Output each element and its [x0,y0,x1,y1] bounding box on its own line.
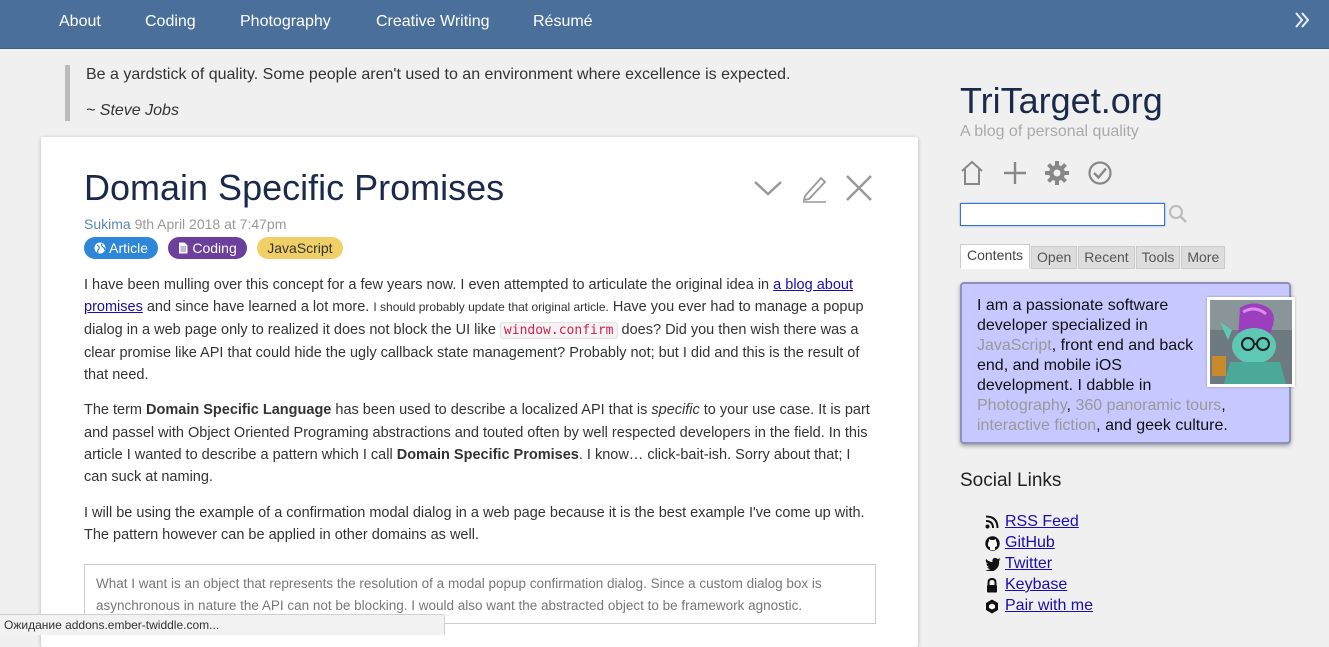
sidebar: TriTarget.org A blog of personal quality… [960,0,1320,634]
quote-block: Be a yardstick of quality. Some people a… [65,65,902,121]
interactive-fiction-link[interactable]: interactive fiction [977,417,1096,434]
lock-icon [985,577,999,598]
panoramic-tours-link[interactable]: 360 panoramic tours [1075,397,1221,414]
browser-status-bar: Ожидание addons.ember-twiddle.com... [0,614,445,635]
article-body: I have been mulling over this concept fo… [84,274,876,559]
inline-code: window.confirm [499,321,618,339]
close-icon[interactable] [844,173,874,208]
check-circle-icon[interactable] [1087,160,1113,191]
home-icon[interactable] [960,160,984,191]
twitter-link[interactable]: Twitter [1005,555,1052,573]
tab-more[interactable]: More [1181,246,1226,269]
tag-article[interactable]: Article [84,237,159,259]
photography-link[interactable]: Photography [977,397,1067,414]
site-title: TriTarget.org [960,80,1163,121]
article-card: Domain Specific Promises Sukima 9th Apri… [41,137,918,647]
twitter-icon [985,557,1001,576]
globe-icon [94,240,106,256]
search-icon[interactable] [1168,204,1188,229]
quote-cite: ~ Steve Jobs [86,102,179,119]
plus-icon[interactable] [1002,160,1028,191]
nav-resume[interactable]: Résumé [533,13,593,31]
article-actions [741,173,874,208]
hexagon-icon [985,599,999,619]
social-links-title: Social Links [960,470,1062,491]
javascript-link[interactable]: JavaScript [977,337,1052,354]
article-author[interactable]: Sukima [84,216,131,232]
nav-creative-writing[interactable]: Creative Writing [376,13,490,31]
article-meta: Sukima 9th April 2018 at 7:47pm [84,216,286,232]
pair-with-me-link[interactable]: Pair with me [1005,597,1093,615]
about-text: I am a passionate software developer spe… [977,297,1228,434]
nav-about[interactable]: About [59,13,101,31]
tab-tools[interactable]: Tools [1135,246,1181,269]
about-box: I am a passionate software developer spe… [960,282,1295,444]
gear-icon[interactable] [1044,160,1070,191]
article-title: Domain Specific Promises [84,167,505,208]
keybase-link[interactable]: Keybase [1005,576,1067,594]
tab-open[interactable]: Open [1031,246,1078,269]
edit-pencil-icon[interactable] [800,173,828,208]
chevron-down-icon[interactable] [753,178,783,203]
rss-icon [985,515,999,534]
tag-coding[interactable]: Coding [168,237,247,259]
sidebar-tabs: Contents Open Recent Tools More [960,244,1226,269]
github-link[interactable]: GitHub [1005,534,1055,552]
rss-feed-link[interactable]: RSS Feed [1005,513,1079,531]
tag-list: Article Coding JavaScript [84,237,349,259]
tab-contents[interactable]: Contents [960,244,1031,269]
site-subtitle: A blog of personal quality [960,123,1139,140]
tab-recent[interactable]: Recent [1078,246,1135,269]
nav-photography[interactable]: Photography [240,13,331,31]
quote-text: Be a yardstick of quality. Some people a… [86,66,791,83]
paragraph-3: I will be using the example of a confirm… [84,504,865,543]
tag-javascript[interactable]: JavaScript [257,237,343,259]
nav-coding[interactable]: Coding [145,13,196,31]
search-input[interactable] [960,203,1165,226]
document-icon [178,240,188,256]
paragraph-2: The term Domain Specific Language has be… [84,402,870,486]
paragraph-1: I have been mulling over this concept fo… [84,277,864,384]
github-icon [985,536,1000,556]
article-date: 9th April 2018 at 7:47pm [134,216,287,232]
